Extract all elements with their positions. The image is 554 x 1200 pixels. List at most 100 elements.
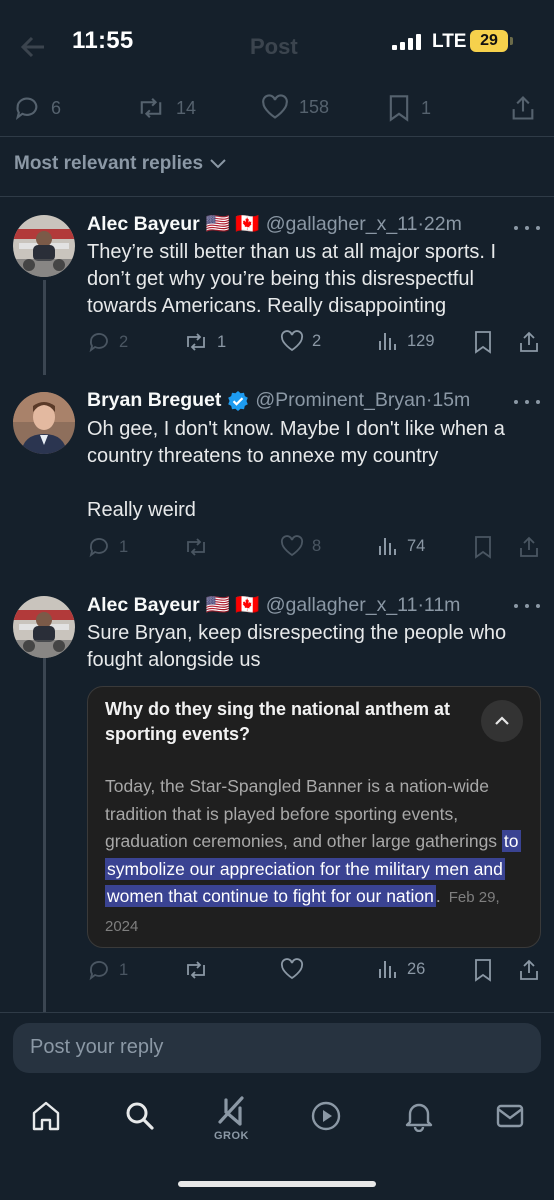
quoted-grok-card[interactable]: Why do they sing the national anthem at … xyxy=(87,686,541,948)
heart-icon xyxy=(280,535,304,557)
chevron-up-icon xyxy=(495,716,509,725)
main-repost-button[interactable]: 14 xyxy=(136,94,196,122)
play-icon xyxy=(311,1101,341,1131)
reply-actions: 1 26 xyxy=(87,958,542,988)
reply-count: 1 xyxy=(119,537,129,556)
flag-emoji: 🇺🇸 🇨🇦 xyxy=(205,594,260,616)
reply-button[interactable]: 2 xyxy=(87,330,128,354)
avatar[interactable] xyxy=(13,215,75,277)
share-button[interactable] xyxy=(518,330,540,354)
mail-icon xyxy=(496,1104,524,1128)
reply-input[interactable]: Post your reply xyxy=(13,1023,541,1073)
reply-icon xyxy=(89,333,108,353)
reply-actions: 1 8 74 xyxy=(87,535,542,565)
views-button[interactable]: 74 xyxy=(377,535,425,557)
avatar[interactable] xyxy=(13,596,75,658)
heart-icon xyxy=(280,958,304,980)
main-reply-button[interactable]: 6 xyxy=(13,94,61,122)
post-time: ·22m xyxy=(417,212,462,235)
views-button[interactable]: 26 xyxy=(377,958,425,980)
avatar-image xyxy=(13,215,75,277)
home-icon xyxy=(32,1101,60,1131)
nav-video[interactable] xyxy=(310,1100,342,1132)
main-post-actions: 6 14 158 1 xyxy=(0,90,554,126)
repost-icon xyxy=(187,333,205,351)
heart-icon xyxy=(262,94,288,119)
view-count: 129 xyxy=(407,331,435,350)
thread-line xyxy=(43,280,46,375)
more-options-icon[interactable] xyxy=(514,400,540,404)
grok-label: GROK xyxy=(214,1130,249,1142)
reply-author-row: Bryan Breguet @Prominent_Bryan ·15m xyxy=(87,389,470,412)
share-icon xyxy=(520,536,538,557)
main-like-button[interactable]: 158 xyxy=(261,94,329,120)
author-name[interactable]: Alec Bayeur xyxy=(87,213,200,236)
like-count: 8 xyxy=(312,536,322,555)
share-button[interactable] xyxy=(518,535,540,559)
battery-nub xyxy=(510,37,513,45)
answer-text: Today, the Star-Spangled Banner is a nat… xyxy=(105,776,502,851)
reply-text: Sure Bryan, keep disrespecting the peopl… xyxy=(87,622,507,671)
verified-badge-icon xyxy=(228,390,249,411)
battery-icon: 29 xyxy=(470,30,508,52)
nav-home[interactable] xyxy=(31,1100,61,1132)
sort-replies-dropdown[interactable]: Most relevant replies xyxy=(14,153,227,175)
author-handle[interactable]: @gallagher_x_11 xyxy=(266,213,418,236)
reply-text: Oh gee, I don't know. Maybe I don't like… xyxy=(87,418,505,521)
post-time: ·11m xyxy=(417,593,461,616)
bookmark-button[interactable] xyxy=(473,535,493,559)
views-icon xyxy=(379,333,396,350)
avatar[interactable] xyxy=(13,392,75,454)
flag-emoji: 🇺🇸 🇨🇦 xyxy=(205,213,260,235)
views-icon xyxy=(379,961,396,978)
author-handle[interactable]: @Prominent_Bryan xyxy=(255,389,425,412)
bookmark-icon xyxy=(475,959,491,982)
heart-icon xyxy=(280,330,304,352)
share-button[interactable] xyxy=(518,958,540,982)
reply-text: They’re still better than us at all majo… xyxy=(87,241,497,317)
like-button[interactable]: 2 xyxy=(280,330,321,352)
reply-count: 2 xyxy=(119,332,129,351)
nav-messages[interactable] xyxy=(495,1100,525,1132)
bookmark-button[interactable] xyxy=(473,958,493,982)
views-icon xyxy=(379,538,396,555)
avatar-image xyxy=(13,392,75,454)
share-icon xyxy=(520,959,538,980)
like-button[interactable]: 8 xyxy=(280,535,321,557)
main-bookmark-button[interactable]: 1 xyxy=(387,94,431,122)
nav-search[interactable] xyxy=(124,1100,154,1132)
bookmark-icon xyxy=(475,536,491,559)
back-arrow-icon[interactable] xyxy=(18,32,48,62)
bell-icon xyxy=(405,1103,433,1132)
main-share-button[interactable] xyxy=(510,94,536,122)
reply-button[interactable]: 1 xyxy=(87,958,128,982)
author-name[interactable]: Bryan Breguet xyxy=(87,389,221,412)
collapse-button[interactable] xyxy=(481,700,523,742)
author-handle[interactable]: @gallagher_x_11 xyxy=(266,594,418,617)
more-options-icon[interactable] xyxy=(514,604,540,608)
reply-author-row: Alec Bayeur 🇺🇸 🇨🇦 @gallagher_x_11 ·11m xyxy=(87,593,460,617)
signal-icon xyxy=(392,34,421,50)
share-icon xyxy=(512,96,534,120)
reply-icon xyxy=(89,961,108,981)
nav-notifications[interactable] xyxy=(404,1100,434,1132)
repost-button[interactable]: 1 xyxy=(183,330,226,354)
nav-grok[interactable] xyxy=(216,1094,248,1128)
sort-label: Most relevant replies xyxy=(14,153,204,174)
like-count: 2 xyxy=(312,331,322,350)
search-icon xyxy=(126,1102,154,1130)
like-button[interactable] xyxy=(280,958,304,980)
reply-button[interactable]: 1 xyxy=(87,535,128,559)
divider xyxy=(0,136,554,137)
home-indicator xyxy=(178,1181,376,1187)
repost-button[interactable] xyxy=(183,535,209,559)
bookmark-button[interactable] xyxy=(473,330,493,354)
card-answer: Today, the Star-Spangled Banner is a nat… xyxy=(105,773,529,940)
repost-button[interactable] xyxy=(183,958,209,982)
more-options-icon[interactable] xyxy=(514,226,540,230)
reply-count: 1 xyxy=(119,960,129,979)
reply-placeholder: Post your reply xyxy=(30,1036,164,1058)
author-name[interactable]: Alec Bayeur xyxy=(87,594,200,617)
chevron-down-icon xyxy=(210,159,226,169)
views-button[interactable]: 129 xyxy=(377,330,435,352)
